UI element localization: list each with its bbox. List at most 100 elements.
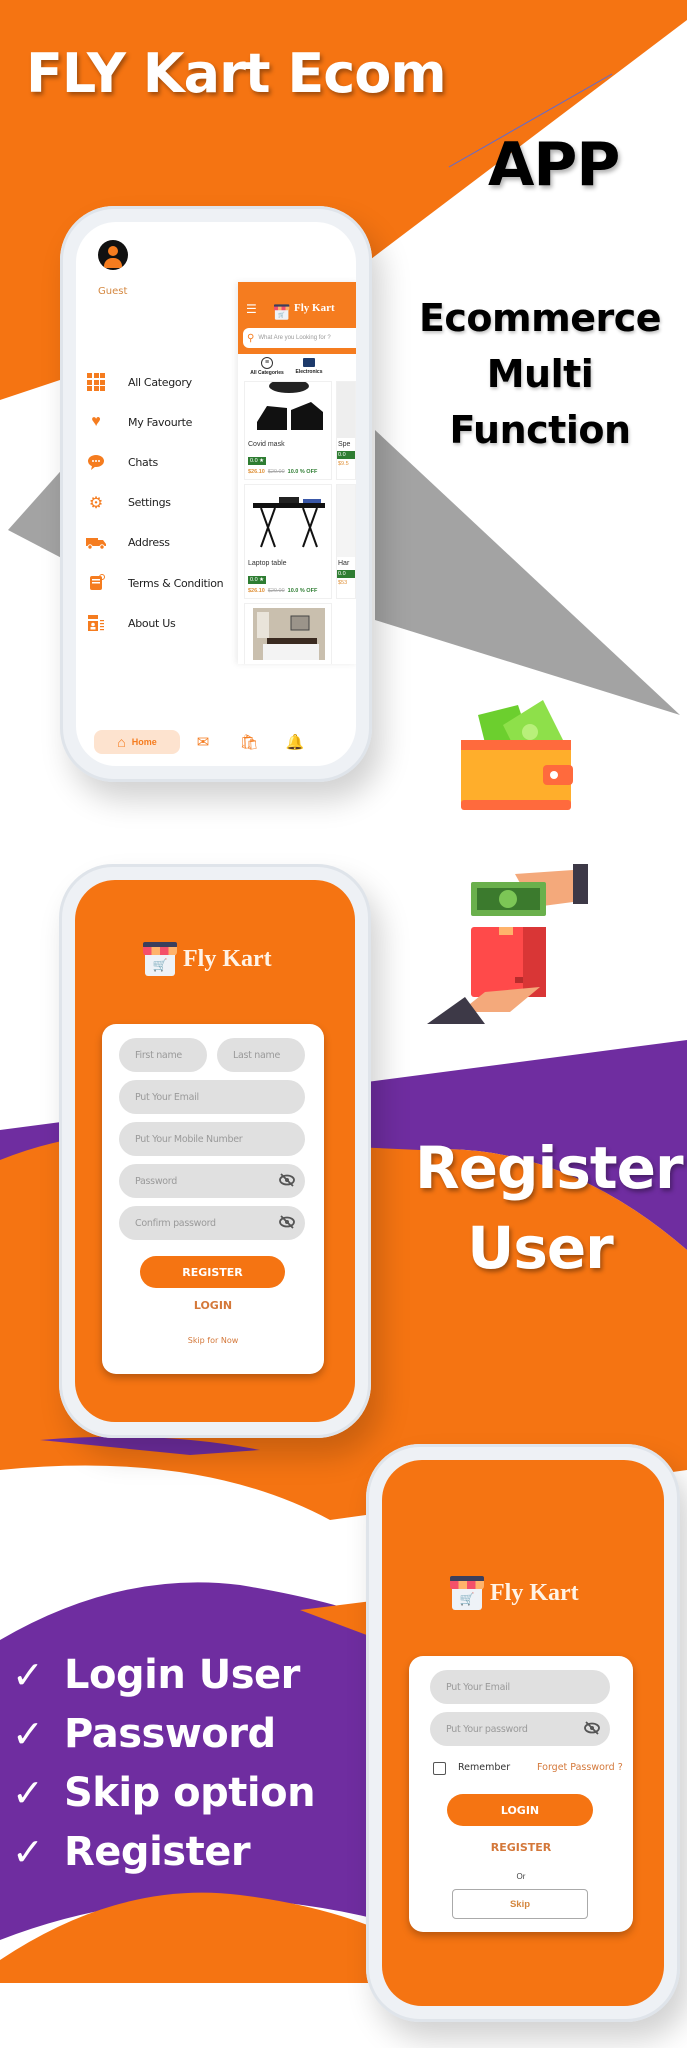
- hamburger-menu-icon[interactable]: ☰: [246, 302, 257, 316]
- subtitle-line-2: Multi Function: [449, 352, 631, 452]
- app-name: Fly Kart: [183, 945, 272, 972]
- search-icon: ⚲: [247, 332, 255, 344]
- category-all[interactable]: ≡ All Categories: [246, 354, 288, 380]
- phone-register-screen: 🛒 Fly Kart First name Last name Put Your…: [59, 864, 371, 1438]
- product-name: Covid mask: [248, 441, 285, 448]
- forgot-password-link[interactable]: Forget Password ?: [537, 1762, 623, 1773]
- eye-off-icon[interactable]: [279, 1173, 295, 1189]
- category-label: Electronics: [295, 369, 323, 375]
- feature-item: ✓ Password: [12, 1704, 315, 1763]
- login-button[interactable]: LOGIN: [447, 1794, 593, 1826]
- confirm-password-input[interactable]: Confirm password: [119, 1206, 305, 1240]
- user-name: Guest: [98, 286, 128, 297]
- rating-badge: 0.0 ★: [248, 457, 267, 465]
- feature-label: Login User: [64, 1651, 300, 1698]
- or-divider: Or: [516, 1872, 526, 1881]
- login-form: Put Your Email Put Your password Remembe…: [409, 1656, 633, 1932]
- register-button[interactable]: REGISTER: [140, 1256, 285, 1288]
- old-price: $29.00: [267, 588, 285, 594]
- feature-label: Register: [64, 1828, 251, 1875]
- product-card[interactable]: [244, 603, 332, 664]
- email-input[interactable]: Put Your Email: [119, 1080, 305, 1114]
- remember-label: Remember: [458, 1762, 511, 1773]
- banner-app-label: APP: [488, 130, 620, 200]
- last-name-input[interactable]: Last name: [217, 1038, 305, 1072]
- feature-item: ✓ Login User: [12, 1645, 315, 1704]
- app-logo: 🛒 Fly Kart: [274, 300, 335, 320]
- price-row: $26.10 $29.00 10.0 % OFF: [245, 586, 331, 598]
- app-name: Fly Kart: [294, 302, 335, 314]
- nav-messages[interactable]: ✉: [180, 733, 226, 751]
- menu-item-terms[interactable]: Terms & Condition: [86, 563, 224, 603]
- login-link[interactable]: LOGIN: [102, 1299, 324, 1312]
- menu-item-label: Address: [128, 536, 170, 550]
- about-icon: [86, 613, 106, 633]
- shopping-bag-icon: 🛍: [239, 734, 259, 751]
- password-input[interactable]: Password: [119, 1164, 305, 1198]
- shop-cart-icon: 🛒: [143, 942, 177, 976]
- menu-item-label: Terms & Condition: [128, 576, 224, 590]
- subtitle-line-1: Ecommerce: [418, 296, 662, 340]
- menu-item-my-favourite[interactable]: ♥ My Favourte: [86, 402, 223, 442]
- price: $9.5: [338, 461, 349, 467]
- product-card-peek[interactable]: Har 0.0 $53: [336, 484, 356, 599]
- banner-subtitle: Ecommerce Multi Function: [390, 290, 687, 458]
- discount: 10.0 % OFF: [287, 469, 318, 475]
- price: $26.10: [248, 469, 265, 475]
- nav-home[interactable]: ⌂ Home: [94, 730, 180, 754]
- user-avatar-icon[interactable]: [98, 240, 128, 270]
- app-bar: ☰ 🛒 Fly Kart ⚲ What Are you Looking for …: [238, 282, 356, 354]
- feature-item: ✓ Register: [12, 1822, 315, 1881]
- mobile-input[interactable]: Put Your Mobile Number: [119, 1122, 305, 1156]
- register-link[interactable]: REGISTER: [409, 1841, 633, 1854]
- product-card[interactable]: Laptop table 0.0 ★ $26.10 $29.00 10.0 % OF…: [244, 484, 332, 599]
- eye-off-icon[interactable]: [279, 1215, 295, 1231]
- menu-item-label: Settings: [128, 496, 171, 510]
- register-heading-line-1: Register: [415, 1134, 684, 1202]
- bottom-navigation: ⌂ Home ✉ 🛍 🔔: [94, 728, 344, 756]
- menu-item-all-category[interactable]: All Category: [86, 362, 223, 402]
- price: $53: [338, 580, 348, 586]
- price: $26.10: [248, 588, 265, 594]
- price-row: $26.10 $29.00 10.0 % OFF: [245, 467, 331, 479]
- nav-orders[interactable]: 🛍: [226, 733, 272, 751]
- product-card[interactable]: Covid mask 0.0 ★ $26.10 $29.00 10.0 % OFF: [244, 379, 332, 480]
- home-screen-preview[interactable]: ☰ 🛒 Fly Kart ⚲ What Are you Looking for …: [238, 282, 356, 664]
- app-logo: 🛒 Fly Kart: [143, 942, 272, 976]
- product-image-bed: [245, 604, 331, 664]
- rating-value: 0.0: [337, 570, 355, 578]
- shop-cart-icon: 🛒: [450, 1576, 484, 1610]
- menu-item-about-us[interactable]: About Us: [86, 603, 223, 643]
- menu-item-address[interactable]: Address: [86, 523, 223, 563]
- banner-title: FLY Kart Ecom: [26, 42, 447, 105]
- menu-item-chats[interactable]: Chats: [86, 442, 223, 482]
- drawer-screen: Guest All Category ♥ My Favourte Chats ⚙…: [76, 222, 356, 766]
- menu-item-label: About Us: [128, 616, 176, 630]
- rating-value: 0.0: [250, 458, 258, 464]
- feature-item: ✓ Skip option: [12, 1763, 316, 1822]
- payment-delivery-illustration: [427, 864, 588, 1024]
- search-input[interactable]: ⚲ What Are you Looking for ?: [243, 328, 356, 348]
- home-icon: ⌂: [117, 734, 126, 750]
- category-label: All Categories: [250, 370, 284, 376]
- product-image-mask: [245, 379, 331, 438]
- menu-item-label: My Favourte: [128, 415, 193, 429]
- eye-off-icon[interactable]: [584, 1721, 600, 1737]
- skip-button[interactable]: Skip: [452, 1889, 588, 1919]
- skip-for-now-link[interactable]: Skip for Now: [102, 1336, 324, 1345]
- nav-notifications[interactable]: 🔔: [272, 733, 318, 751]
- product-name: Laptop table: [248, 560, 287, 567]
- remember-checkbox[interactable]: [433, 1762, 446, 1775]
- wallet-icon: [461, 740, 573, 810]
- product-card-peek[interactable]: Spe 0.0 $9.5: [336, 381, 356, 480]
- category-electronics[interactable]: Electronics: [288, 354, 330, 380]
- feature-label: Skip option: [64, 1769, 316, 1816]
- nav-home-label: Home: [131, 737, 157, 747]
- rating-value: 0.0: [337, 451, 355, 459]
- menu-item-settings[interactable]: ⚙ Settings: [86, 483, 223, 523]
- email-input[interactable]: Put Your Email: [430, 1670, 610, 1704]
- password-input[interactable]: Put Your password: [430, 1712, 610, 1746]
- menu-item-label: Chats: [128, 455, 158, 469]
- old-price: $29.00: [267, 469, 285, 475]
- first-name-input[interactable]: First name: [119, 1038, 207, 1072]
